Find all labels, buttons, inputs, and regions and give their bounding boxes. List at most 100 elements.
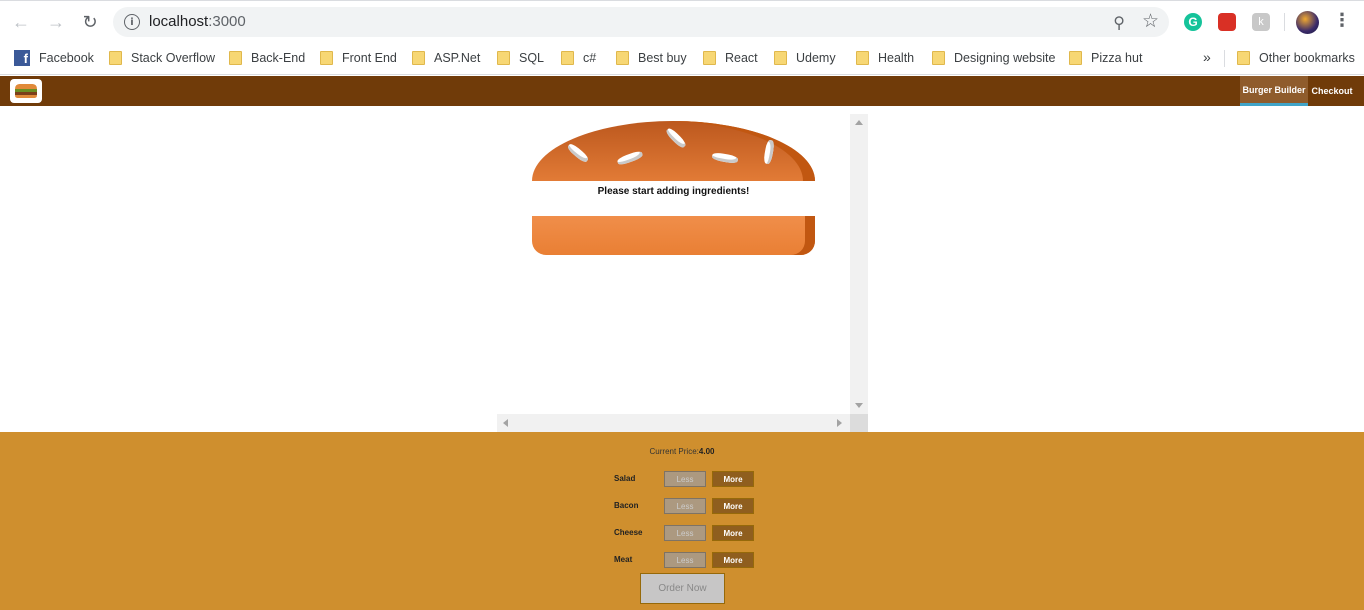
url-host: localhost	[149, 13, 209, 30]
more-cheese-button[interactable]: More	[712, 525, 754, 541]
bookmark-label: SQL	[519, 51, 545, 65]
empty-burger-message: Please start adding ingredients!	[597, 186, 750, 197]
bookmark-label: ASP.Net	[434, 51, 481, 65]
bookmark-label: Health	[878, 51, 915, 65]
bookmark-folder[interactable]: Best buy	[616, 48, 687, 68]
reload-icon[interactable]: ↻	[79, 11, 101, 33]
scroll-down-arrow-icon[interactable]	[855, 403, 863, 408]
bookmark-folder[interactable]: SQL	[497, 48, 544, 68]
address-bar[interactable]: i localhost:3000 ⚲ ☆	[113, 7, 1169, 37]
back-arrow-icon[interactable]: ←	[10, 11, 32, 33]
build-control-bacon: Bacon Less More	[614, 498, 754, 514]
bookmark-folder[interactable]: c#	[561, 48, 596, 68]
bookmark-label: Best buy	[638, 51, 687, 65]
folder-icon	[109, 51, 122, 65]
other-bookmarks-folder[interactable]: Other bookmarks	[1237, 48, 1355, 68]
less-bacon-button[interactable]: Less	[664, 498, 706, 514]
folder-icon	[932, 51, 945, 65]
kebab-menu-icon[interactable]: ⋮	[1333, 10, 1351, 31]
scroll-right-arrow-icon[interactable]	[837, 419, 842, 427]
bookmark-folder[interactable]: Back-End	[229, 48, 305, 68]
folder-icon	[229, 51, 242, 65]
bread-bottom	[532, 216, 815, 255]
build-controls: Current Price:4.00 Salad Less More Bacon…	[0, 432, 1364, 610]
bookmark-folder[interactable]: Designing website	[932, 48, 1055, 68]
profile-avatar[interactable]	[1296, 11, 1319, 34]
bookmark-folder[interactable]: Stack Overflow	[109, 48, 215, 68]
bookmarks-divider	[1224, 50, 1225, 67]
bookmark-label: Udemy	[796, 51, 836, 65]
seed	[616, 149, 644, 167]
bookmark-facebook[interactable]: f Facebook	[14, 48, 94, 68]
folder-icon	[774, 51, 787, 65]
less-salad-button[interactable]: Less	[664, 471, 706, 487]
bookmark-folder[interactable]: React	[703, 48, 758, 68]
seed	[711, 151, 739, 165]
bookmark-folder[interactable]: Udemy	[774, 48, 836, 68]
ingredient-label: Meat	[614, 555, 633, 564]
browser-toolbar: ← → ↻ i localhost:3000 ⚲ ☆ G k ⋮	[0, 0, 1364, 42]
order-now-button[interactable]: Order Now	[640, 573, 725, 604]
scroll-left-arrow-icon[interactable]	[503, 419, 508, 427]
folder-icon	[703, 51, 716, 65]
less-meat-button[interactable]: Less	[664, 552, 706, 568]
scrollbar-corner	[850, 414, 868, 432]
folder-icon	[561, 51, 574, 65]
url-port: :3000	[208, 13, 246, 30]
bookmark-folder[interactable]: Front End	[320, 48, 397, 68]
less-cheese-button[interactable]: Less	[664, 525, 706, 541]
url-text[interactable]: localhost:3000	[149, 13, 246, 30]
more-bacon-button[interactable]: More	[712, 498, 754, 514]
seed	[566, 142, 590, 164]
bookmark-folder[interactable]: Pizza hut	[1069, 48, 1142, 68]
app-toolbar: Burger Builder Checkout	[0, 76, 1364, 106]
extension-icon[interactable]	[1218, 13, 1236, 31]
extension-icon[interactable]: k	[1252, 13, 1270, 31]
folder-icon	[497, 51, 510, 65]
folder-icon	[1237, 51, 1250, 65]
folder-icon	[412, 51, 425, 65]
bookmark-label: Other bookmarks	[1259, 51, 1355, 65]
toolbar-divider	[1284, 13, 1285, 31]
price-value: 4.00	[698, 447, 715, 456]
bookmark-label: Front End	[342, 51, 397, 65]
ingredient-label: Bacon	[614, 501, 639, 510]
ingredient-label: Cheese	[614, 528, 643, 537]
forward-arrow-icon[interactable]: →	[45, 11, 67, 33]
info-icon[interactable]: i	[124, 14, 140, 30]
bread-top	[532, 121, 815, 181]
bookmark-folder[interactable]: ASP.Net	[412, 48, 480, 68]
nav-burger-builder[interactable]: Burger Builder	[1240, 76, 1308, 106]
scroll-up-arrow-icon[interactable]	[855, 120, 863, 125]
price-label: Current Price:	[649, 447, 699, 456]
bookmark-label: Designing website	[954, 51, 1056, 65]
facebook-icon: f	[14, 50, 30, 66]
bookmark-label: c#	[583, 51, 597, 65]
bookmark-label: Stack Overflow	[131, 51, 216, 65]
bookmark-label: React	[725, 51, 758, 65]
burger-logo	[10, 79, 42, 103]
current-price: Current Price:4.00	[0, 447, 1364, 456]
folder-icon	[856, 51, 869, 65]
bookmark-folder[interactable]: Health	[856, 48, 914, 68]
build-control-cheese: Cheese Less More	[614, 525, 754, 541]
bookmark-label: Pizza hut	[1091, 51, 1143, 65]
more-bookmarks-button[interactable]: »	[1203, 49, 1211, 65]
grammarly-extension-icon[interactable]: G	[1184, 13, 1202, 31]
build-control-salad: Salad Less More	[614, 471, 754, 487]
seed	[664, 126, 688, 150]
build-control-meat: Meat Less More	[614, 552, 754, 568]
zoom-icon[interactable]: ⚲	[1113, 13, 1125, 33]
burger-logo-icon	[15, 84, 37, 98]
bookmarks-bar: f Facebook Stack Overflow Back-End Front …	[0, 42, 1364, 75]
vertical-scrollbar[interactable]	[850, 114, 868, 414]
more-salad-button[interactable]: More	[712, 471, 754, 487]
horizontal-scrollbar[interactable]	[497, 414, 850, 432]
folder-icon	[1069, 51, 1082, 65]
nav-checkout[interactable]: Checkout	[1308, 76, 1356, 106]
more-meat-button[interactable]: More	[712, 552, 754, 568]
bookmark-label: Back-End	[251, 51, 306, 65]
seed	[762, 139, 776, 165]
ingredient-label: Salad	[614, 474, 636, 483]
bookmark-star-icon[interactable]: ☆	[1142, 10, 1159, 33]
